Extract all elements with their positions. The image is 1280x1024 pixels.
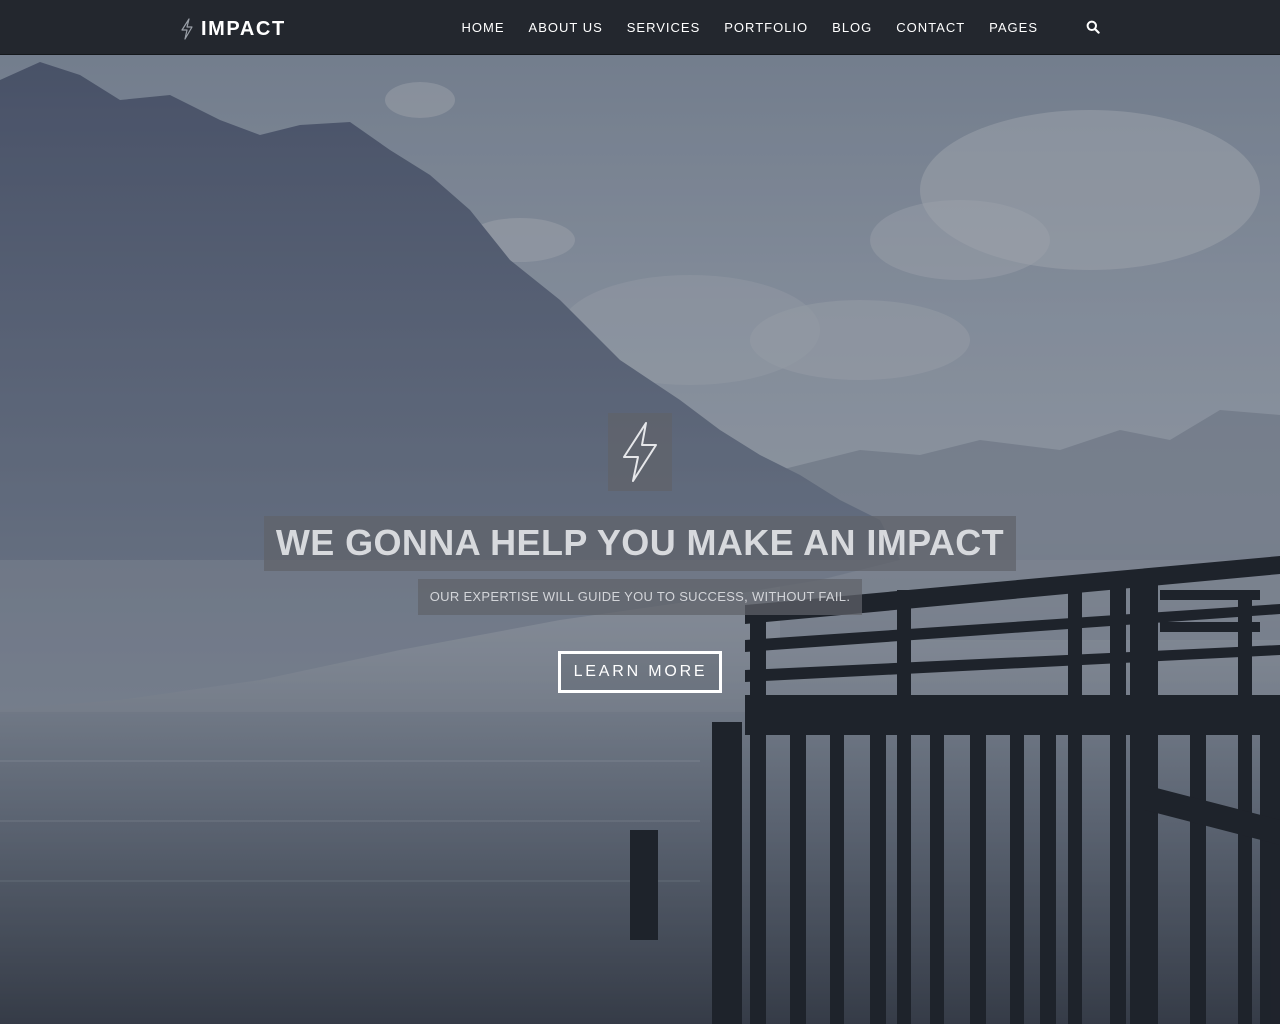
navbar: IMPACT HOME ABOUT US SERVICES PORTFOLIO … [0,0,1280,55]
nav-item-blog: BLOG [832,0,872,55]
nav-item-services: SERVICES [627,0,701,55]
hero-title-wrap: WE GONNA HELP YOU MAKE AN IMPACT [0,516,1280,571]
nav-link-contact[interactable]: CONTACT [896,0,965,55]
nav-item-search [1062,20,1100,34]
lightning-bolt-icon [181,18,193,40]
nav-link-home[interactable]: HOME [462,0,505,55]
hero-subtitle: OUR EXPERTISE WILL GUIDE YOU TO SUCCESS,… [417,579,863,615]
search-icon[interactable] [1086,20,1100,34]
hero-subtitle-wrap: OUR EXPERTISE WILL GUIDE YOU TO SUCCESS,… [0,579,1280,615]
nav-link-services[interactable]: SERVICES [627,0,701,55]
nav-item-contact: CONTACT [896,0,965,55]
brand-name: IMPACT [201,17,286,40]
brand-logo-link[interactable]: IMPACT [180,14,286,44]
lightning-bolt-icon [623,422,657,482]
nav-item-portfolio: PORTFOLIO [724,0,808,55]
nav-link-about-us[interactable]: ABOUT US [529,0,603,55]
hero-title: WE GONNA HELP YOU MAKE AN IMPACT [263,516,1017,571]
hero-button-wrap: LEARN MORE [0,651,1280,693]
nav-item-pages: PAGES [989,0,1038,55]
hero-section: WE GONNA HELP YOU MAKE AN IMPACT OUR EXP… [0,0,1280,1024]
nav-link-portfolio[interactable]: PORTFOLIO [724,0,808,55]
learn-more-button[interactable]: LEARN MORE [557,651,723,693]
hero-icon-box [608,413,672,491]
nav-link-pages[interactable]: PAGES [989,0,1038,55]
nav-item-home: HOME [462,0,505,55]
nav-link-blog[interactable]: BLOG [832,0,872,55]
nav-item-about-us: ABOUT US [529,0,603,55]
main-nav: HOME ABOUT US SERVICES PORTFOLIO BLOG CO… [438,0,1100,55]
